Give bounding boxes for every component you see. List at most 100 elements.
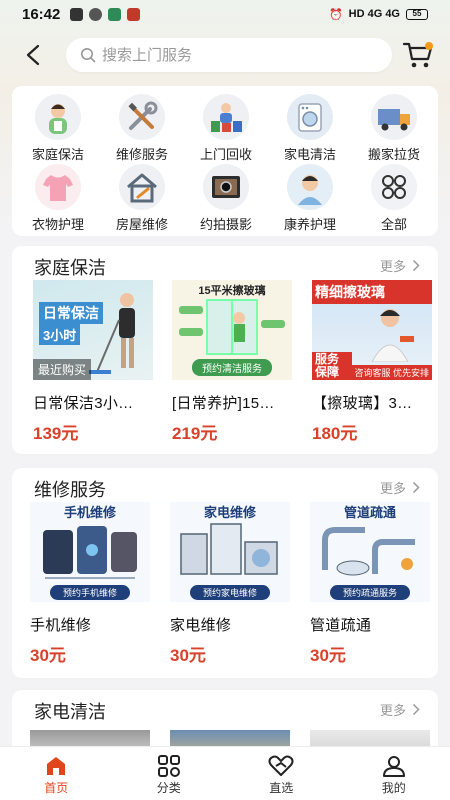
bottom-tab-bar: 首页 分类 直选 我的	[0, 746, 450, 800]
category-label: 房屋维修	[115, 217, 168, 232]
status-right: ⏰ HD 4G 4G 55	[329, 8, 428, 21]
status-bar: 16:42 ⏰ HD 4G 4G 55	[0, 0, 450, 28]
category-item[interactable]: 上门回收	[186, 94, 266, 163]
product-card[interactable]: 手机维修 预约手机维修 手机维修 30元	[30, 502, 150, 666]
image-subcaption: 预约疏通服务	[330, 585, 410, 600]
category-item[interactable]: 家电清洁	[270, 94, 350, 163]
product-card[interactable]: 15平米擦玻璃 预约清洁服务 [日常养护]15… 219元	[172, 280, 292, 444]
category-grid: 家庭保洁 维修服务 上门回收 家电清洁 搬家拉货 衣物护理 房屋维修 约拍摄影 …	[12, 86, 438, 236]
category-item[interactable]: 全部	[354, 164, 434, 233]
alarm-icon: ⏰	[328, 8, 343, 21]
more-link[interactable]: 更多	[380, 700, 420, 719]
app-notification-icon	[70, 7, 84, 21]
home-icon	[47, 757, 66, 775]
status-time: 16:42	[22, 5, 61, 23]
tab-mine[interactable]: 我的	[338, 747, 450, 800]
category-label: 衣物护理	[31, 217, 84, 232]
image-subcaption: 预约手机维修	[50, 585, 130, 600]
category-item[interactable]: 房屋维修	[102, 164, 182, 233]
heart-hand-icon	[268, 755, 294, 776]
product-price: 139元	[33, 424, 79, 443]
phone-repair-illustration	[43, 526, 137, 579]
chevron-right-icon	[412, 481, 420, 494]
service-guarantee-label: 服务保障	[312, 352, 352, 380]
nurse-icon	[287, 164, 333, 210]
tab-select[interactable]: 直选	[225, 747, 338, 800]
cart-icon	[402, 42, 433, 68]
grid-icon	[371, 164, 417, 210]
camera-icon	[203, 164, 249, 210]
cart-button[interactable]	[402, 40, 436, 70]
tab-label: 首页	[44, 781, 69, 795]
cleaner-figure	[89, 293, 135, 374]
user-icon	[382, 756, 405, 777]
consult-badge: 咨询客服 优先安排	[351, 365, 432, 380]
back-arrow-icon	[26, 44, 40, 66]
bank-icon	[108, 7, 122, 21]
product-card[interactable]: 精细擦玻璃 服务保障 咨询客服 优先安排 【擦玻璃】3… 180元	[312, 280, 432, 444]
category-item[interactable]: 康养护理	[270, 164, 350, 233]
search-icon	[81, 48, 96, 63]
washing-machine-icon	[287, 94, 333, 140]
search-input[interactable]	[102, 46, 362, 64]
battery-icon: 55	[406, 8, 428, 20]
product-price: 219元	[172, 424, 218, 443]
product-card[interactable]: 日常保洁 3小时 最近购买 日常保洁3小… 139元	[33, 280, 153, 444]
window-cleaning-illustration	[179, 299, 285, 355]
category-item[interactable]: 维修服务	[102, 94, 182, 163]
category-item[interactable]: 约拍摄影	[186, 164, 266, 233]
product-card[interactable]: 家电维修 预约家电维修 家电维修 30元	[170, 502, 290, 666]
tab-label: 直选	[269, 781, 294, 795]
house-icon	[119, 164, 165, 210]
product-name: 管道疏通	[310, 617, 372, 634]
more-label: 更多	[379, 703, 406, 718]
recent-purchase-badge: 最近购买	[33, 359, 92, 380]
recycle-icon	[203, 94, 249, 140]
category-item[interactable]: 家庭保洁	[18, 94, 98, 163]
product-image: 15平米擦玻璃 预约清洁服务	[172, 280, 292, 380]
search-bar[interactable]	[66, 38, 392, 72]
category-label: 上门回收	[199, 147, 252, 162]
more-label: 更多	[379, 259, 406, 274]
wechat-icon	[89, 7, 103, 21]
product-name: [日常养护]15…	[172, 395, 275, 412]
tab-label: 我的	[381, 781, 406, 795]
back-button[interactable]	[20, 42, 46, 68]
product-price: 30元	[170, 646, 206, 665]
section-title: 家电清洁	[34, 702, 106, 722]
cleaner-icon	[35, 94, 81, 140]
category-label: 家庭保洁	[31, 147, 84, 162]
image-subcaption: 3小时	[39, 324, 81, 345]
more-link[interactable]: 更多	[380, 256, 420, 275]
image-subcaption: 预约家电维修	[190, 585, 270, 600]
cleaner-woman-figure	[371, 309, 414, 362]
product-card[interactable]: 管道疏通 预约疏通服务 管道疏通 30元	[310, 502, 430, 666]
appliance-repair-illustration	[180, 523, 278, 575]
product-name: 日常保洁3小…	[33, 395, 134, 412]
tools-icon	[119, 94, 165, 140]
category-label: 约拍摄影	[199, 217, 252, 232]
section-repair: 维修服务 更多 手机维修 预约手机维修 手机维修 30元 家电维修 预约家电维修…	[12, 468, 438, 678]
product-image: 家电维修 预约家电维修	[170, 502, 290, 602]
product-image: 精细擦玻璃 服务保障 咨询客服 优先安排	[312, 280, 432, 380]
image-subcaption: 预约清洁服务	[192, 359, 272, 376]
category-item[interactable]: 搬家拉货	[354, 94, 434, 163]
product-image: 管道疏通 预约疏通服务	[310, 502, 430, 602]
section-home-cleaning: 家庭保洁 更多 日常保洁 3小时 最近购买 日常保洁3小… 139元 15平米擦…	[12, 246, 438, 454]
tab-label: 分类	[156, 781, 181, 795]
pipe-unclog-illustration	[322, 527, 415, 576]
product-price: 180元	[312, 424, 358, 443]
header	[0, 34, 450, 76]
category-item[interactable]: 衣物护理	[18, 164, 98, 233]
chevron-right-icon	[412, 703, 420, 716]
tab-category[interactable]: 分类	[113, 747, 226, 800]
network-indicator: HD 4G 4G	[348, 8, 400, 20]
tab-home[interactable]: 首页	[0, 747, 113, 800]
more-label: 更多	[379, 481, 406, 496]
app-icon	[127, 7, 141, 21]
category-label: 全部	[380, 217, 407, 232]
product-image: 手机维修 预约手机维修	[30, 502, 150, 602]
product-name: 家电维修	[170, 617, 232, 634]
truck-icon	[371, 94, 417, 140]
more-link[interactable]: 更多	[380, 478, 420, 497]
